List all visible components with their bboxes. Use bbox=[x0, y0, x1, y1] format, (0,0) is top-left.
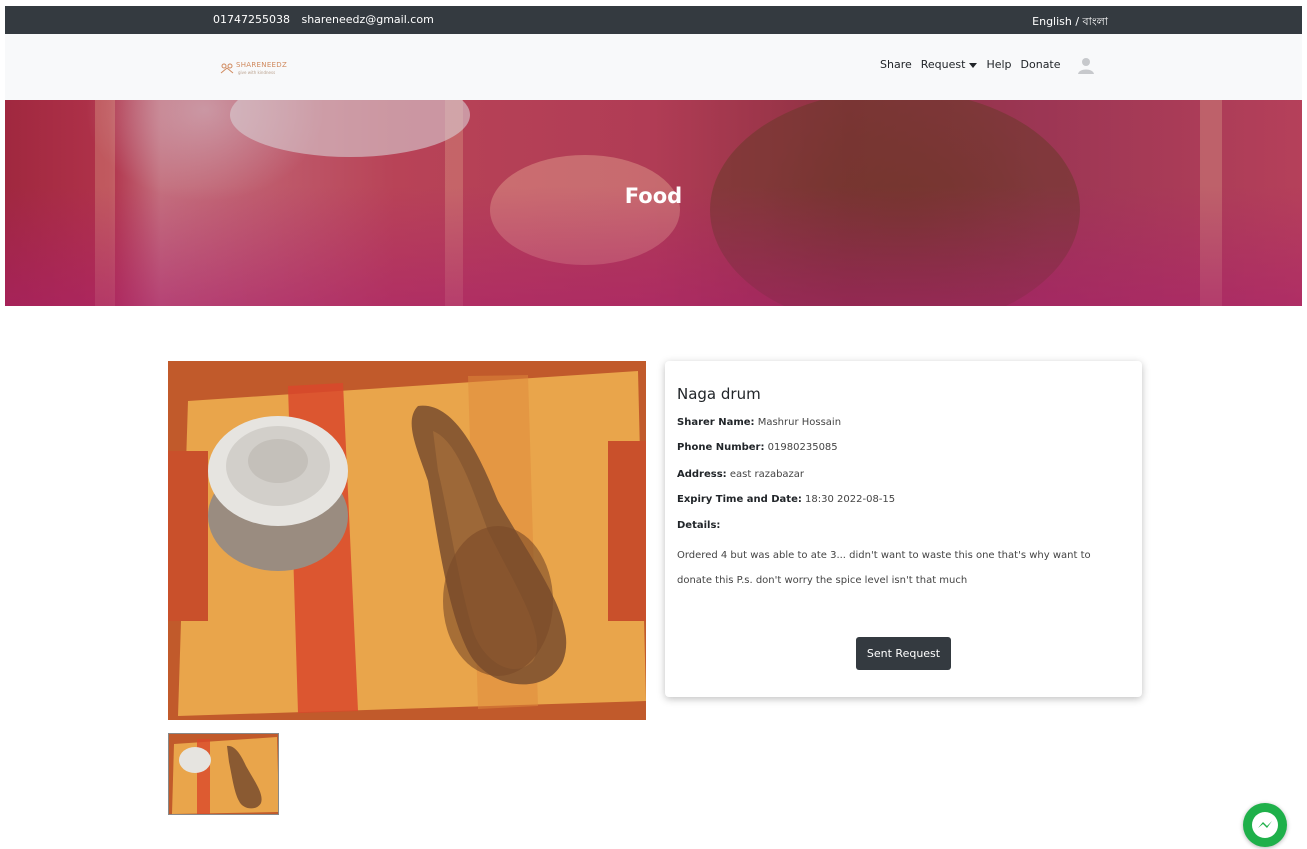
main-nav: Share Request Help Donate bbox=[880, 58, 1061, 71]
expiry-row: Expiry Time and Date: 18:30 2022-08-15 bbox=[677, 494, 895, 505]
phone-number-value: 01980235085 bbox=[767, 442, 838, 453]
hero-banner: Food bbox=[5, 100, 1302, 306]
user-icon[interactable] bbox=[1075, 54, 1097, 76]
logo-wordmark: SHARENEEDZ bbox=[236, 61, 288, 69]
messenger-icon bbox=[1252, 812, 1278, 838]
food-thumbnail[interactable] bbox=[168, 733, 279, 815]
details-label: Details: bbox=[677, 520, 721, 531]
messenger-chat-button[interactable] bbox=[1243, 803, 1287, 847]
sharer-name-row: Sharer Name: Mashrur Hossain bbox=[677, 417, 841, 428]
sent-request-button[interactable]: Sent Request bbox=[856, 637, 951, 670]
details-heading: Details: bbox=[677, 520, 720, 531]
caret-down-icon bbox=[969, 62, 978, 68]
nav-request-dropdown[interactable]: Request bbox=[921, 58, 978, 71]
address-row: Address: east razabazar bbox=[677, 469, 804, 480]
nav-help[interactable]: Help bbox=[986, 58, 1011, 71]
hero-decor bbox=[230, 100, 470, 157]
site-logo[interactable]: SHARENEEDZ give with kindness bbox=[220, 61, 296, 77]
contact-phone: 01747255038 bbox=[213, 13, 290, 26]
nav-request-label: Request bbox=[920, 58, 966, 71]
food-name: Naga drum bbox=[677, 385, 761, 403]
food-main-image bbox=[168, 361, 646, 720]
navbar: SHARENEEDZ give with kindness Share Requ… bbox=[5, 34, 1302, 100]
nav-donate[interactable]: Donate bbox=[1021, 58, 1061, 71]
page-title: Food bbox=[624, 184, 683, 208]
contact-email[interactable]: shareneedz@gmail.com bbox=[301, 13, 433, 26]
food-details-card: Naga drum Sharer Name: Mashrur Hossain P… bbox=[665, 361, 1142, 697]
thumbnail-illustration bbox=[169, 734, 278, 814]
top-info-bar: 01747255038 shareneedz@gmail.com English… bbox=[5, 6, 1302, 34]
phone-number-row: Phone Number: 01980235085 bbox=[677, 442, 838, 453]
details-text: Ordered 4 but was able to ate 3... didn'… bbox=[677, 550, 1091, 586]
contact-info: 01747255038 shareneedz@gmail.com bbox=[213, 13, 442, 26]
logo-mark-icon bbox=[220, 63, 234, 74]
nav-share[interactable]: Share bbox=[880, 58, 912, 71]
food-photo-illustration bbox=[168, 361, 646, 720]
sharer-name-value: Mashrur Hossain bbox=[757, 417, 842, 428]
address-value: east razabazar bbox=[729, 469, 805, 480]
expiry-label: Expiry Time and Date: bbox=[677, 494, 802, 505]
address-label: Address: bbox=[677, 469, 727, 480]
sharer-name-label: Sharer Name: bbox=[677, 417, 755, 428]
phone-number-label: Phone Number: bbox=[677, 442, 765, 453]
expiry-value: 18:30 2022-08-15 bbox=[805, 494, 896, 505]
logo-tagline: give with kindness bbox=[238, 70, 276, 75]
language-switch[interactable]: English / বাংলা bbox=[1032, 13, 1108, 32]
